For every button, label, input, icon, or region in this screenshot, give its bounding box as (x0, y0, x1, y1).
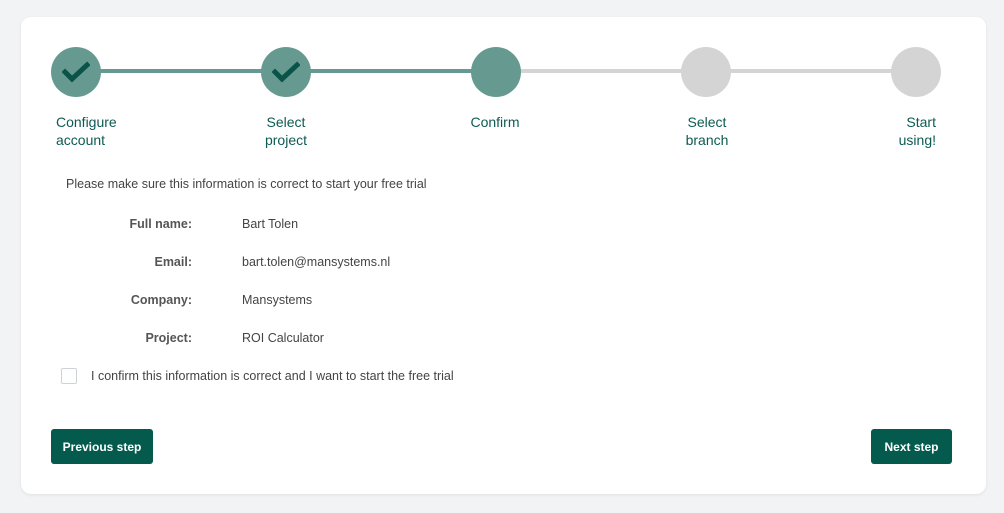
progress-stepper: Configure account Select project Confirm… (21, 17, 986, 167)
checkmark-icon (62, 61, 90, 83)
summary-value: bart.tolen@mansystems.nl (242, 255, 391, 269)
summary-row-email: Email: bart.tolen@mansystems.nl (21, 255, 986, 275)
summary-value: Bart Tolen (242, 217, 299, 231)
step-label-select-branch: Select branch (685, 114, 729, 148)
next-step-button[interactable]: Next step (871, 429, 952, 464)
summary-label: Company: (130, 293, 192, 307)
summary-label: Project: (145, 331, 192, 345)
summary-row-project: Project: ROI Calculator (21, 331, 986, 351)
step-circle-start-using (891, 47, 941, 97)
step-connector-3 (496, 69, 706, 73)
step-circle-confirm (471, 47, 521, 97)
step-circle-select-branch (681, 47, 731, 97)
summary-label: Full name: (129, 217, 192, 231)
checkmark-icon (272, 61, 300, 83)
step-label-configure-account: Configure account (56, 114, 117, 148)
previous-step-button[interactable]: Previous step (51, 429, 153, 464)
summary-label: Email: (154, 255, 192, 269)
step-label-select-project: Select project (264, 114, 308, 148)
step-label-confirm: Confirm (470, 114, 520, 130)
step-circle-select-project (261, 47, 311, 97)
confirm-checkbox[interactable] (61, 368, 77, 384)
summary-row-company: Company: Mansystems (21, 293, 986, 313)
intro-text: Please make sure this information is cor… (66, 177, 427, 191)
confirm-checkbox-label[interactable]: I confirm this information is correct an… (91, 369, 454, 383)
step-connector-4 (706, 69, 916, 73)
wizard-card: Configure account Select project Confirm… (21, 17, 986, 494)
summary-value: Mansystems (242, 293, 313, 307)
step-connector-2 (286, 69, 496, 73)
summary-value: ROI Calculator (242, 331, 324, 345)
step-connector-1 (76, 69, 286, 73)
summary-row-full-name: Full name: Bart Tolen (21, 217, 986, 237)
step-circle-configure-account (51, 47, 101, 97)
step-label-start-using: Start using! (898, 114, 936, 148)
